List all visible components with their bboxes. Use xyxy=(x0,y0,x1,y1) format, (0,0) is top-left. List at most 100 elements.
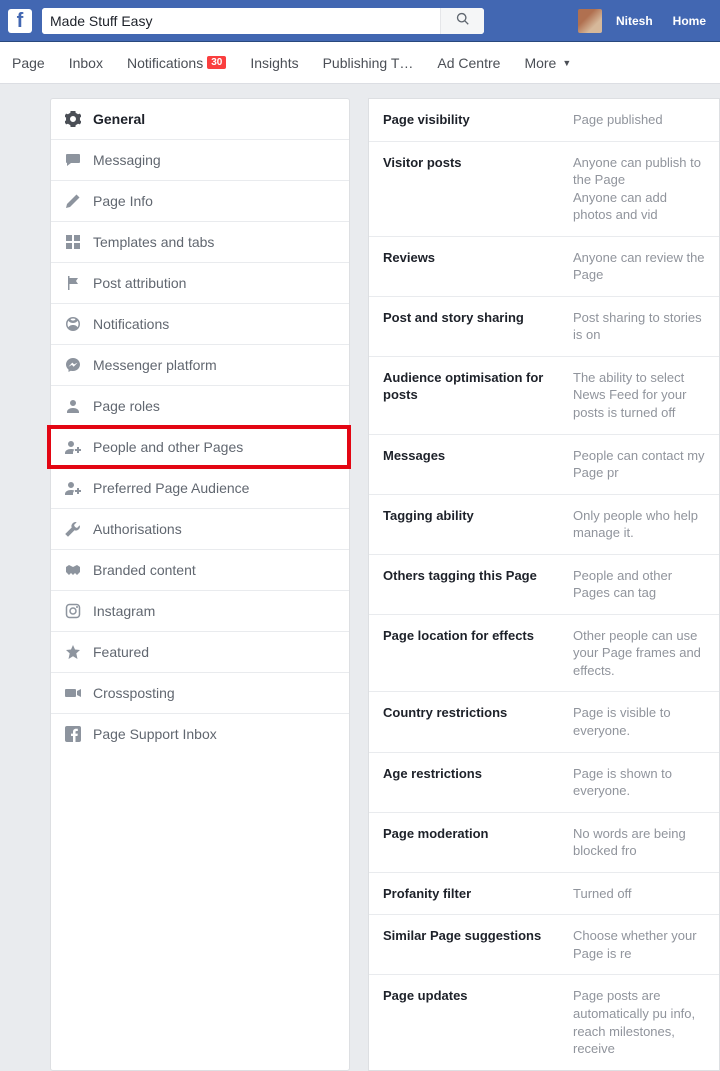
settings-row-value: Other people can use your Page frames an… xyxy=(573,627,705,680)
sidebar-item-label: General xyxy=(93,111,145,127)
sidebar-item-label: Page Info xyxy=(93,193,153,209)
settings-row-label: Tagging ability xyxy=(383,507,551,542)
wrench-icon xyxy=(65,521,81,537)
tab-notifications-label: Notifications xyxy=(127,55,203,71)
sidebar-item-general[interactable]: General xyxy=(51,99,349,140)
top-right-nav: Nitesh Home xyxy=(578,9,712,33)
settings-row-value: Choose whether your Page is re xyxy=(573,927,705,962)
profile-link[interactable]: Nitesh xyxy=(610,14,659,28)
person-icon xyxy=(65,398,81,414)
settings-row-label: Profanity filter xyxy=(383,885,551,903)
sidebar-item-authorisations[interactable]: Authorisations xyxy=(51,509,349,550)
settings-row[interactable]: Others tagging this Page People and other… xyxy=(369,555,719,615)
sidebar-item-page-info[interactable]: Page Info xyxy=(51,181,349,222)
settings-row[interactable]: Visitor posts Anyone can publish to the P… xyxy=(369,142,719,237)
sidebar-item-page-support[interactable]: Page Support Inbox xyxy=(51,714,349,754)
settings-row-value: Page is shown to everyone. xyxy=(573,765,705,800)
sidebar-item-label: Instagram xyxy=(93,603,155,619)
settings-row-label: Post and story sharing xyxy=(383,309,551,344)
tab-publishing[interactable]: Publishing T… xyxy=(323,55,414,71)
main-content: General Messaging Page Info Templates and t… xyxy=(0,84,720,1071)
notifications-badge: 30 xyxy=(207,56,226,69)
tab-insights[interactable]: Insights xyxy=(250,55,298,71)
sidebar-item-label: Page Support Inbox xyxy=(93,726,217,742)
settings-row[interactable]: Post and story sharing Post sharing to st… xyxy=(369,297,719,357)
globe-icon xyxy=(65,316,81,332)
settings-row-value: No words are being blocked fro xyxy=(573,825,705,860)
flag-icon xyxy=(65,275,81,291)
settings-row[interactable]: Page location for effects Other people ca… xyxy=(369,615,719,693)
messenger-icon xyxy=(65,357,81,373)
sidebar-item-branded-content[interactable]: Branded content xyxy=(51,550,349,591)
sidebar-item-label: Post attribution xyxy=(93,275,186,291)
settings-row-label: Age restrictions xyxy=(383,765,551,800)
settings-row-value: The ability to select News Feed for your… xyxy=(573,369,705,422)
grid-icon xyxy=(65,234,81,250)
home-link[interactable]: Home xyxy=(667,14,712,28)
page-tabs: Page Inbox Notifications 30 Insights Pub… xyxy=(0,42,720,84)
handshake-icon xyxy=(65,562,81,578)
sidebar-item-label: Messenger platform xyxy=(93,357,217,373)
settings-row-value: Page posts are automatically pu info, re… xyxy=(573,987,705,1057)
settings-row-label: Page location for effects xyxy=(383,627,551,680)
sidebar-item-templates[interactable]: Templates and tabs xyxy=(51,222,349,263)
settings-row-value: Post sharing to stories is on xyxy=(573,309,705,344)
settings-row[interactable]: Page moderation No words are being blocke… xyxy=(369,813,719,873)
search-input[interactable] xyxy=(42,8,440,34)
sidebar-item-post-attribution[interactable]: Post attribution xyxy=(51,263,349,304)
settings-row[interactable]: ReviewsAnyone can review the Page xyxy=(369,237,719,297)
sidebar-item-label: People and other Pages xyxy=(93,439,243,455)
settings-row-value: Anyone can publish to the Page Anyone ca… xyxy=(573,154,705,224)
sidebar-item-instagram[interactable]: Instagram xyxy=(51,591,349,632)
sidebar-item-label: Branded content xyxy=(93,562,196,578)
settings-row-value: Anyone can review the Page xyxy=(573,249,705,284)
facebook-logo[interactable]: f xyxy=(8,9,32,33)
search-container xyxy=(42,8,484,34)
settings-row[interactable]: Country restrictionsPage is visible to e… xyxy=(369,692,719,752)
tab-more[interactable]: More▼ xyxy=(524,55,571,71)
sidebar-item-featured[interactable]: Featured xyxy=(51,632,349,673)
sidebar-item-people-pages[interactable]: People and other Pages xyxy=(51,427,349,468)
search-button[interactable] xyxy=(440,8,484,34)
top-bar: f Nitesh Home xyxy=(0,0,720,42)
settings-row-label: Messages xyxy=(383,447,551,482)
settings-panel: Page visibility Page published Visitor pos… xyxy=(368,98,720,1071)
settings-row[interactable]: Page updates Page posts are automatically… xyxy=(369,975,719,1069)
settings-row-label: Page moderation xyxy=(383,825,551,860)
tab-inbox[interactable]: Inbox xyxy=(69,55,103,71)
sidebar-item-label: Featured xyxy=(93,644,149,660)
settings-row-value: People and other Pages can tag xyxy=(573,567,705,602)
settings-row-value: Turned off xyxy=(573,885,705,903)
settings-row[interactable]: Age restrictions Page is shown to everyon… xyxy=(369,753,719,813)
sidebar-item-label: Crossposting xyxy=(93,685,175,701)
settings-row-label: Visitor posts xyxy=(383,154,551,224)
chat-icon xyxy=(65,152,81,168)
settings-row-label: Page updates xyxy=(383,987,551,1057)
settings-row[interactable]: Tagging ability Only people who help mana… xyxy=(369,495,719,555)
settings-row[interactable]: MessagesPeople can contact my Page pr xyxy=(369,435,719,495)
sidebar-item-crossposting[interactable]: Crossposting xyxy=(51,673,349,714)
sidebar-item-preferred-audience[interactable]: Preferred Page Audience xyxy=(51,468,349,509)
tab-notifications[interactable]: Notifications 30 xyxy=(127,55,226,71)
avatar[interactable] xyxy=(578,9,602,33)
sidebar-item-notifications[interactable]: Notifications xyxy=(51,304,349,345)
sidebar-item-messaging[interactable]: Messaging xyxy=(51,140,349,181)
sidebar-item-label: Authorisations xyxy=(93,521,182,537)
sidebar-item-label: Preferred Page Audience xyxy=(93,480,249,496)
settings-row[interactable]: Similar Page suggestions Choose whether y… xyxy=(369,915,719,975)
settings-row[interactable]: Page visibility Page published xyxy=(369,99,719,142)
settings-row[interactable]: Profanity filter Turned off xyxy=(369,873,719,916)
tab-ad-centre[interactable]: Ad Centre xyxy=(437,55,500,71)
tab-page[interactable]: Page xyxy=(12,55,45,71)
settings-row-label: Similar Page suggestions xyxy=(383,927,551,962)
settings-row-label: Page visibility xyxy=(383,111,551,129)
settings-row[interactable]: Audience optimisation for postsThe abili… xyxy=(369,357,719,435)
settings-row-label: Country restrictions xyxy=(383,704,551,739)
sidebar-item-messenger-platform[interactable]: Messenger platform xyxy=(51,345,349,386)
sidebar-item-page-roles[interactable]: Page roles xyxy=(51,386,349,427)
sidebar-item-label: Notifications xyxy=(93,316,169,332)
settings-row-value: Only people who help manage it. xyxy=(573,507,705,542)
person-plus-icon xyxy=(65,439,81,455)
settings-row-label: Others tagging this Page xyxy=(383,567,551,602)
settings-row-value: Page published xyxy=(573,111,705,129)
